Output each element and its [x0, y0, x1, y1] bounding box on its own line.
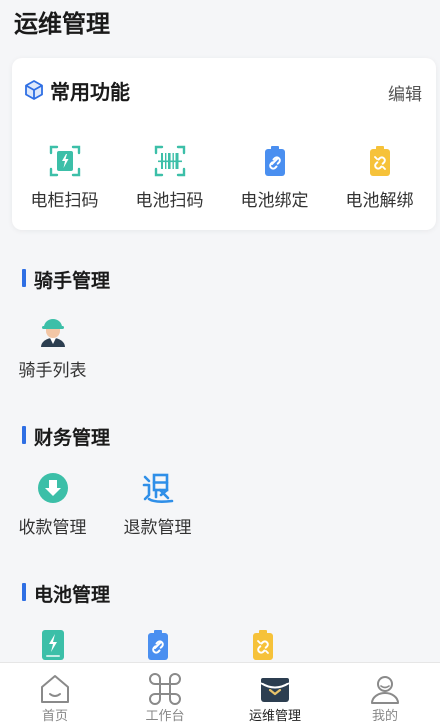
section-title-battery: 电池管理 — [22, 580, 110, 607]
battery-link-icon — [147, 630, 168, 660]
tab-home[interactable]: 首页 — [0, 663, 110, 725]
cube-icon — [25, 80, 43, 100]
common-functions-grid: 电柜扫码 电池扫码 电池绑定 电池解绑 — [12, 144, 432, 224]
home-icon — [41, 675, 69, 703]
collect-label: 收款管理 — [18, 518, 87, 538]
rider-list-label: 骑手列表 — [18, 361, 87, 381]
bottom-tab-bar: 首页 工作台 运维管理 我的 — [0, 662, 440, 725]
battery-unbind-icon — [369, 146, 390, 176]
battery-charge-icon — [41, 630, 64, 660]
card-title: 常用功能 — [50, 80, 130, 104]
refund-label: 退款管理 — [123, 518, 192, 538]
edit-button[interactable]: 编辑 — [388, 80, 422, 105]
user-icon — [371, 676, 399, 704]
card-header: 常用功能 编辑 — [12, 58, 436, 120]
battery-bind-label: 电池绑定 — [240, 191, 309, 211]
battery-unbind-label: 电池解绑 — [345, 191, 414, 211]
tab-workbench-label: 工作台 — [145, 709, 185, 724]
cabinet-scan-button[interactable]: 电柜扫码 — [12, 144, 117, 224]
tab-workbench[interactable]: 工作台 — [110, 663, 220, 725]
tab-mine-label: 我的 — [371, 709, 398, 724]
battery-bind-icon — [264, 146, 285, 176]
finance-section-grid: 收款管理 退款管理 — [0, 471, 210, 551]
common-functions-card: 常用功能 编辑 电柜扫码 电池扫码 电池绑定 电池解绑 — [12, 58, 436, 230]
tab-home-label: 首页 — [41, 709, 68, 724]
barcode-scan-icon — [154, 145, 185, 177]
battery-unbind-button[interactable]: 电池解绑 — [327, 144, 432, 224]
section-title-rider: 骑手管理 — [22, 266, 110, 293]
battery-scan-button[interactable]: 电池扫码 — [117, 144, 222, 224]
battery-unlink-icon — [252, 630, 273, 660]
cabinet-scan-icon — [49, 145, 80, 177]
rider-list-button[interactable]: 骑手列表 — [0, 314, 105, 394]
rider-icon — [40, 319, 65, 347]
rider-section-grid: 骑手列表 — [0, 314, 105, 394]
battery-scan-label: 电池扫码 — [135, 191, 204, 211]
cabinet-scan-label: 电柜扫码 — [30, 191, 99, 211]
collect-icon — [37, 473, 68, 503]
refund-button[interactable]: 退款管理 — [105, 471, 210, 551]
tab-mine[interactable]: 我的 — [330, 663, 440, 725]
page-title: 运维管理 — [14, 10, 110, 38]
collect-button[interactable]: 收款管理 — [0, 471, 105, 551]
tab-operations-label: 运维管理 — [248, 709, 301, 724]
tab-operations[interactable]: 运维管理 — [220, 663, 330, 725]
battery-bind-button[interactable]: 电池绑定 — [222, 144, 327, 224]
wallet-icon — [260, 678, 290, 702]
section-title-finance: 财务管理 — [22, 423, 110, 450]
refund-icon — [142, 473, 173, 503]
command-icon — [149, 673, 181, 705]
